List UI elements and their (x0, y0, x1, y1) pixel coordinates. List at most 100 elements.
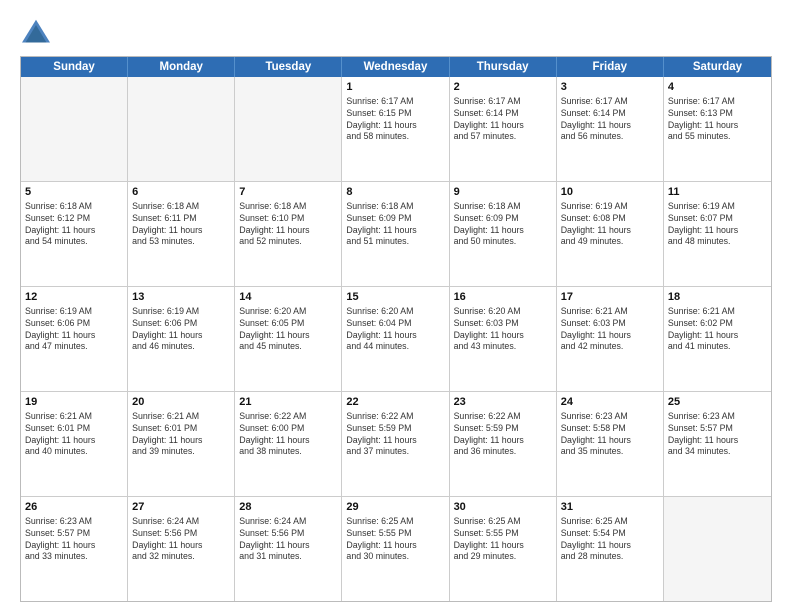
day-info: Sunrise: 6:23 AM Sunset: 5:58 PM Dayligh… (561, 411, 659, 459)
day-number: 30 (454, 500, 552, 515)
day-cell (128, 77, 235, 181)
day-number: 28 (239, 500, 337, 515)
day-cell: 4Sunrise: 6:17 AM Sunset: 6:13 PM Daylig… (664, 77, 771, 181)
day-info: Sunrise: 6:24 AM Sunset: 5:56 PM Dayligh… (239, 516, 337, 564)
day-number: 3 (561, 80, 659, 95)
day-cell: 16Sunrise: 6:20 AM Sunset: 6:03 PM Dayli… (450, 287, 557, 391)
day-cell: 7Sunrise: 6:18 AM Sunset: 6:10 PM Daylig… (235, 182, 342, 286)
day-cell: 14Sunrise: 6:20 AM Sunset: 6:05 PM Dayli… (235, 287, 342, 391)
day-cell: 6Sunrise: 6:18 AM Sunset: 6:11 PM Daylig… (128, 182, 235, 286)
week-row-5: 26Sunrise: 6:23 AM Sunset: 5:57 PM Dayli… (21, 496, 771, 601)
day-info: Sunrise: 6:25 AM Sunset: 5:55 PM Dayligh… (454, 516, 552, 564)
day-cell: 21Sunrise: 6:22 AM Sunset: 6:00 PM Dayli… (235, 392, 342, 496)
day-cell: 15Sunrise: 6:20 AM Sunset: 6:04 PM Dayli… (342, 287, 449, 391)
day-number: 8 (346, 185, 444, 200)
logo (20, 18, 56, 46)
day-info: Sunrise: 6:22 AM Sunset: 5:59 PM Dayligh… (454, 411, 552, 459)
week-row-1: 1Sunrise: 6:17 AM Sunset: 6:15 PM Daylig… (21, 77, 771, 181)
day-number: 17 (561, 290, 659, 305)
calendar: SundayMondayTuesdayWednesdayThursdayFrid… (20, 56, 772, 602)
day-number: 29 (346, 500, 444, 515)
day-header-tuesday: Tuesday (235, 57, 342, 77)
day-number: 27 (132, 500, 230, 515)
day-info: Sunrise: 6:18 AM Sunset: 6:09 PM Dayligh… (346, 201, 444, 249)
day-cell: 22Sunrise: 6:22 AM Sunset: 5:59 PM Dayli… (342, 392, 449, 496)
day-number: 31 (561, 500, 659, 515)
day-info: Sunrise: 6:21 AM Sunset: 6:03 PM Dayligh… (561, 306, 659, 354)
day-cell: 31Sunrise: 6:25 AM Sunset: 5:54 PM Dayli… (557, 497, 664, 601)
day-number: 4 (668, 80, 767, 95)
week-row-2: 5Sunrise: 6:18 AM Sunset: 6:12 PM Daylig… (21, 181, 771, 286)
day-cell (235, 77, 342, 181)
day-number: 22 (346, 395, 444, 410)
day-info: Sunrise: 6:18 AM Sunset: 6:09 PM Dayligh… (454, 201, 552, 249)
day-cell: 5Sunrise: 6:18 AM Sunset: 6:12 PM Daylig… (21, 182, 128, 286)
day-number: 24 (561, 395, 659, 410)
header (20, 18, 772, 46)
day-number: 1 (346, 80, 444, 95)
day-number: 10 (561, 185, 659, 200)
week-row-3: 12Sunrise: 6:19 AM Sunset: 6:06 PM Dayli… (21, 286, 771, 391)
day-number: 23 (454, 395, 552, 410)
day-info: Sunrise: 6:23 AM Sunset: 5:57 PM Dayligh… (25, 516, 123, 564)
logo-icon (20, 18, 52, 46)
day-info: Sunrise: 6:24 AM Sunset: 5:56 PM Dayligh… (132, 516, 230, 564)
day-info: Sunrise: 6:19 AM Sunset: 6:08 PM Dayligh… (561, 201, 659, 249)
day-number: 6 (132, 185, 230, 200)
day-cell (21, 77, 128, 181)
day-number: 11 (668, 185, 767, 200)
day-cell: 20Sunrise: 6:21 AM Sunset: 6:01 PM Dayli… (128, 392, 235, 496)
day-cell: 25Sunrise: 6:23 AM Sunset: 5:57 PM Dayli… (664, 392, 771, 496)
day-cell: 9Sunrise: 6:18 AM Sunset: 6:09 PM Daylig… (450, 182, 557, 286)
day-cell: 30Sunrise: 6:25 AM Sunset: 5:55 PM Dayli… (450, 497, 557, 601)
day-info: Sunrise: 6:19 AM Sunset: 6:06 PM Dayligh… (132, 306, 230, 354)
day-info: Sunrise: 6:19 AM Sunset: 6:06 PM Dayligh… (25, 306, 123, 354)
day-info: Sunrise: 6:18 AM Sunset: 6:11 PM Dayligh… (132, 201, 230, 249)
day-info: Sunrise: 6:23 AM Sunset: 5:57 PM Dayligh… (668, 411, 767, 459)
day-cell: 13Sunrise: 6:19 AM Sunset: 6:06 PM Dayli… (128, 287, 235, 391)
day-cell: 28Sunrise: 6:24 AM Sunset: 5:56 PM Dayli… (235, 497, 342, 601)
day-number: 7 (239, 185, 337, 200)
day-cell (664, 497, 771, 601)
day-number: 21 (239, 395, 337, 410)
day-cell: 1Sunrise: 6:17 AM Sunset: 6:15 PM Daylig… (342, 77, 449, 181)
day-info: Sunrise: 6:21 AM Sunset: 6:01 PM Dayligh… (132, 411, 230, 459)
day-header-friday: Friday (557, 57, 664, 77)
day-header-saturday: Saturday (664, 57, 771, 77)
day-cell: 29Sunrise: 6:25 AM Sunset: 5:55 PM Dayli… (342, 497, 449, 601)
day-cell: 8Sunrise: 6:18 AM Sunset: 6:09 PM Daylig… (342, 182, 449, 286)
day-info: Sunrise: 6:17 AM Sunset: 6:13 PM Dayligh… (668, 96, 767, 144)
day-cell: 19Sunrise: 6:21 AM Sunset: 6:01 PM Dayli… (21, 392, 128, 496)
day-cell: 3Sunrise: 6:17 AM Sunset: 6:14 PM Daylig… (557, 77, 664, 181)
day-info: Sunrise: 6:17 AM Sunset: 6:14 PM Dayligh… (561, 96, 659, 144)
day-cell: 18Sunrise: 6:21 AM Sunset: 6:02 PM Dayli… (664, 287, 771, 391)
day-cell: 17Sunrise: 6:21 AM Sunset: 6:03 PM Dayli… (557, 287, 664, 391)
day-info: Sunrise: 6:20 AM Sunset: 6:03 PM Dayligh… (454, 306, 552, 354)
day-number: 9 (454, 185, 552, 200)
day-info: Sunrise: 6:20 AM Sunset: 6:04 PM Dayligh… (346, 306, 444, 354)
day-info: Sunrise: 6:25 AM Sunset: 5:54 PM Dayligh… (561, 516, 659, 564)
day-cell: 12Sunrise: 6:19 AM Sunset: 6:06 PM Dayli… (21, 287, 128, 391)
day-number: 18 (668, 290, 767, 305)
day-info: Sunrise: 6:18 AM Sunset: 6:12 PM Dayligh… (25, 201, 123, 249)
day-number: 12 (25, 290, 123, 305)
week-row-4: 19Sunrise: 6:21 AM Sunset: 6:01 PM Dayli… (21, 391, 771, 496)
day-headers: SundayMondayTuesdayWednesdayThursdayFrid… (21, 57, 771, 77)
day-number: 26 (25, 500, 123, 515)
day-info: Sunrise: 6:17 AM Sunset: 6:15 PM Dayligh… (346, 96, 444, 144)
day-cell: 2Sunrise: 6:17 AM Sunset: 6:14 PM Daylig… (450, 77, 557, 181)
day-header-sunday: Sunday (21, 57, 128, 77)
day-cell: 26Sunrise: 6:23 AM Sunset: 5:57 PM Dayli… (21, 497, 128, 601)
day-number: 25 (668, 395, 767, 410)
day-info: Sunrise: 6:17 AM Sunset: 6:14 PM Dayligh… (454, 96, 552, 144)
day-info: Sunrise: 6:21 AM Sunset: 6:02 PM Dayligh… (668, 306, 767, 354)
day-cell: 23Sunrise: 6:22 AM Sunset: 5:59 PM Dayli… (450, 392, 557, 496)
day-header-wednesday: Wednesday (342, 57, 449, 77)
day-cell: 11Sunrise: 6:19 AM Sunset: 6:07 PM Dayli… (664, 182, 771, 286)
day-info: Sunrise: 6:25 AM Sunset: 5:55 PM Dayligh… (346, 516, 444, 564)
day-cell: 24Sunrise: 6:23 AM Sunset: 5:58 PM Dayli… (557, 392, 664, 496)
day-number: 2 (454, 80, 552, 95)
day-number: 15 (346, 290, 444, 305)
day-info: Sunrise: 6:18 AM Sunset: 6:10 PM Dayligh… (239, 201, 337, 249)
day-header-monday: Monday (128, 57, 235, 77)
